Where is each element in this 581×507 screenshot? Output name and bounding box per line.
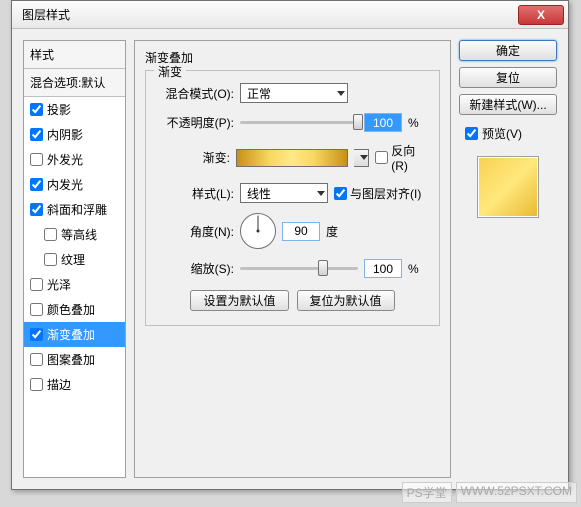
style-item-label: 等高线 <box>61 226 97 243</box>
style-item-checkbox[interactable] <box>30 378 43 391</box>
preview-checkbox[interactable] <box>465 127 478 140</box>
gradient-label: 渐变: <box>156 149 230 166</box>
style-item-checkbox[interactable] <box>30 178 43 191</box>
reset-default-button[interactable]: 复位为默认值 <box>297 290 395 311</box>
align-checkbox[interactable] <box>334 187 347 200</box>
style-item-label: 投影 <box>47 101 71 118</box>
slider-thumb[interactable] <box>318 260 328 276</box>
set-default-button[interactable]: 设置为默认值 <box>190 290 288 311</box>
style-item-checkbox[interactable] <box>30 203 43 216</box>
style-item-label: 描边 <box>47 376 71 393</box>
gradient-picker[interactable] <box>236 149 348 167</box>
styles-header[interactable]: 样式 <box>24 41 125 69</box>
style-item-label: 外发光 <box>47 151 83 168</box>
style-item-7[interactable]: 光泽 <box>24 272 125 297</box>
watermark-b: WWW.52PSXT.COM <box>456 482 577 503</box>
preview-label: 预览(V) <box>482 125 522 142</box>
chevron-down-icon <box>360 155 368 160</box>
scale-label: 缩放(S): <box>156 260 234 277</box>
chevron-down-icon <box>317 191 325 196</box>
style-item-label: 斜面和浮雕 <box>47 201 107 218</box>
angle-center-dot <box>257 230 260 233</box>
style-item-6[interactable]: 纹理 <box>24 247 125 272</box>
style-item-10[interactable]: 图案叠加 <box>24 347 125 372</box>
right-button-panel: 确定 复位 新建样式(W)... 预览(V) <box>459 40 557 478</box>
style-item-4[interactable]: 斜面和浮雕 <box>24 197 125 222</box>
style-item-label: 渐变叠加 <box>47 326 95 343</box>
gradient-dropdown-button[interactable] <box>354 149 369 167</box>
cancel-button[interactable]: 复位 <box>459 67 557 88</box>
align-label: 与图层对齐(I) <box>350 185 421 202</box>
layer-style-dialog: 图层样式 X 样式 混合选项:默认 投影内阴影外发光内发光斜面和浮雕等高线纹理光… <box>11 0 569 490</box>
style-item-label: 内发光 <box>47 176 83 193</box>
style-item-label: 图案叠加 <box>47 351 95 368</box>
style-item-label: 颜色叠加 <box>47 301 95 318</box>
style-item-1[interactable]: 内阴影 <box>24 122 125 147</box>
style-item-0[interactable]: 投影 <box>24 97 125 122</box>
new-style-button[interactable]: 新建样式(W)... <box>459 94 557 115</box>
section-title: 渐变叠加 <box>145 49 440 66</box>
style-item-checkbox[interactable] <box>44 228 57 241</box>
watermark: PS学堂 WWW.52PSXT.COM <box>402 482 577 503</box>
blend-mode-value: 正常 <box>247 85 271 102</box>
watermark-a: PS学堂 <box>402 482 452 503</box>
angle-input[interactable] <box>282 222 320 241</box>
blend-options-header[interactable]: 混合选项:默认 <box>24 69 125 97</box>
style-item-2[interactable]: 外发光 <box>24 147 125 172</box>
styles-list-panel: 样式 混合选项:默认 投影内阴影外发光内发光斜面和浮雕等高线纹理光泽颜色叠加渐变… <box>23 40 126 478</box>
dialog-content: 样式 混合选项:默认 投影内阴影外发光内发光斜面和浮雕等高线纹理光泽颜色叠加渐变… <box>12 29 568 489</box>
style-item-checkbox[interactable] <box>30 103 43 116</box>
angle-label: 角度(N): <box>156 223 234 240</box>
blend-mode-label: 混合模式(O): <box>156 85 234 102</box>
reverse-checkbox[interactable] <box>375 151 388 164</box>
close-button[interactable]: X <box>518 5 564 25</box>
reverse-label: 反向(R) <box>391 142 429 173</box>
angle-dial[interactable] <box>240 213 276 249</box>
style-item-checkbox[interactable] <box>30 278 43 291</box>
style-combo[interactable]: 线性 <box>240 183 328 203</box>
style-item-8[interactable]: 颜色叠加 <box>24 297 125 322</box>
preview-checkbox-label[interactable]: 预览(V) <box>459 125 557 142</box>
angle-unit: 度 <box>326 223 338 240</box>
reverse-checkbox-label[interactable]: 反向(R) <box>375 142 429 173</box>
ok-button[interactable]: 确定 <box>459 40 557 61</box>
style-value: 线性 <box>247 185 271 202</box>
style-item-checkbox[interactable] <box>30 328 43 341</box>
scale-slider[interactable] <box>240 267 358 270</box>
style-label: 样式(L): <box>156 185 234 202</box>
slider-thumb[interactable] <box>353 114 363 130</box>
opacity-input[interactable] <box>364 113 402 132</box>
style-item-checkbox[interactable] <box>44 253 57 266</box>
gradient-fieldset: 渐变 混合模式(O): 正常 不透明度(P): % <box>145 70 440 326</box>
close-icon: X <box>537 8 545 22</box>
chevron-down-icon <box>337 91 345 96</box>
style-item-label: 光泽 <box>47 276 71 293</box>
style-item-3[interactable]: 内发光 <box>24 172 125 197</box>
style-item-5[interactable]: 等高线 <box>24 222 125 247</box>
scale-input[interactable] <box>364 259 402 278</box>
style-item-checkbox[interactable] <box>30 128 43 141</box>
style-item-11[interactable]: 描边 <box>24 372 125 397</box>
style-item-checkbox[interactable] <box>30 153 43 166</box>
opacity-slider[interactable] <box>240 121 358 124</box>
titlebar: 图层样式 X <box>12 1 568 29</box>
style-item-label: 内阴影 <box>47 126 83 143</box>
style-item-checkbox[interactable] <box>30 303 43 316</box>
gradient-overlay-panel: 渐变叠加 渐变 混合模式(O): 正常 不透明度(P): <box>134 40 451 478</box>
blend-mode-combo[interactable]: 正常 <box>240 83 348 103</box>
style-item-label: 纹理 <box>61 251 85 268</box>
style-item-checkbox[interactable] <box>30 353 43 366</box>
style-item-9[interactable]: 渐变叠加 <box>24 322 125 347</box>
fieldset-legend: 渐变 <box>154 63 186 80</box>
opacity-label: 不透明度(P): <box>156 114 234 131</box>
preview-swatch <box>477 156 539 218</box>
scale-unit: % <box>408 262 419 276</box>
dialog-title: 图层样式 <box>22 6 70 23</box>
align-checkbox-label[interactable]: 与图层对齐(I) <box>334 185 421 202</box>
opacity-unit: % <box>408 116 419 130</box>
